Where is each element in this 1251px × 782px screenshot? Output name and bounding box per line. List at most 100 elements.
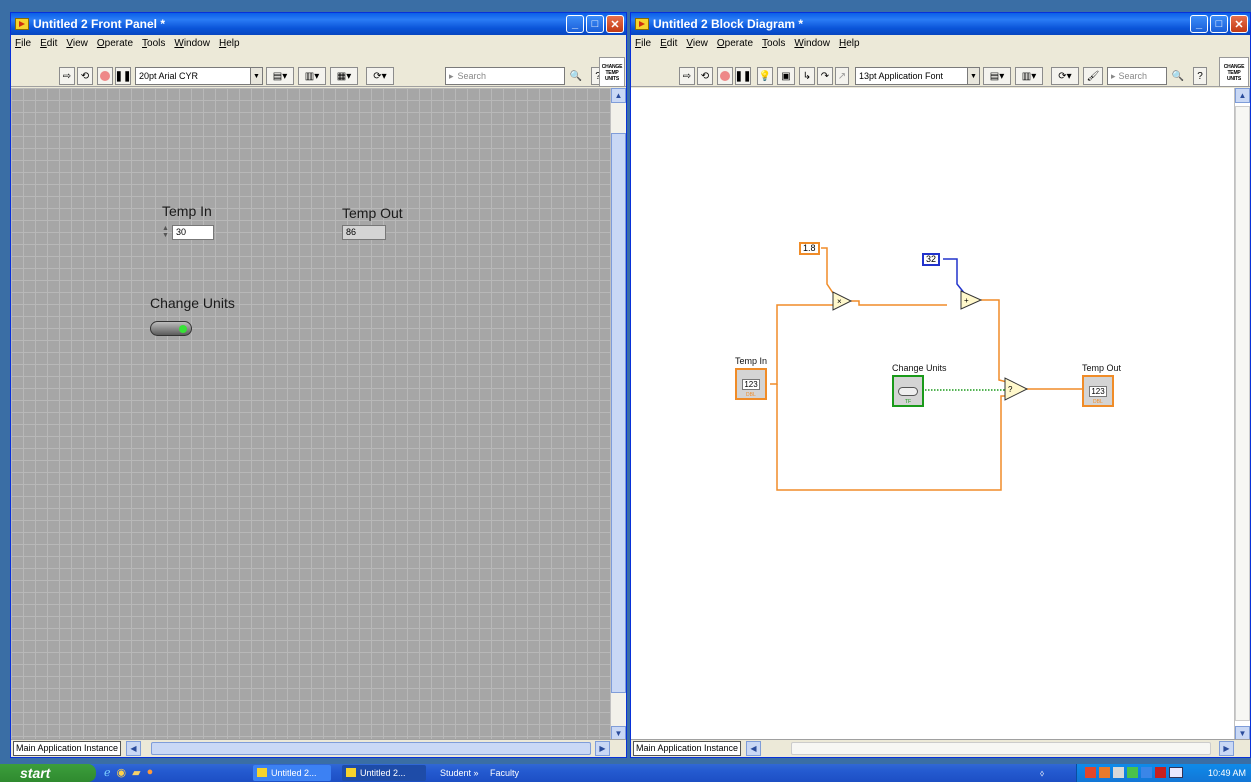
change-units-switch[interactable] — [150, 321, 192, 336]
maximize-button[interactable]: □ — [586, 15, 604, 33]
block-diagram-vscroll[interactable]: ▲ ▼ — [1234, 88, 1250, 741]
menu-tools[interactable]: Tools — [142, 38, 165, 49]
font-select[interactable]: 20pt Arial CYR — [135, 67, 251, 85]
scroll-thumb[interactable] — [1235, 106, 1250, 721]
font-select[interactable]: 13pt Application Font — [855, 67, 968, 85]
menu-window[interactable]: Window — [794, 38, 830, 49]
search-input[interactable]: ▸ Search — [445, 67, 565, 85]
tray-icon-6[interactable] — [1155, 767, 1166, 778]
minimize-button[interactable]: _ — [566, 15, 584, 33]
tray-icon-2[interactable] — [1099, 767, 1110, 778]
step-over-icon[interactable]: ↷ — [817, 67, 833, 85]
menu-view[interactable]: View — [66, 38, 88, 49]
font-dropdown-icon[interactable]: ▼ — [967, 67, 980, 85]
start-button[interactable]: start — [0, 764, 96, 782]
distribute-objects-icon[interactable]: ▥▾ — [298, 67, 326, 85]
tray-icon-5[interactable] — [1141, 767, 1152, 778]
scroll-thumb[interactable] — [611, 133, 626, 693]
tray-icon-4[interactable] — [1127, 767, 1138, 778]
wire-add-to-select[interactable] — [981, 299, 1008, 383]
menu-file[interactable]: File — [15, 38, 31, 49]
scroll-left-button[interactable]: ◀ — [126, 741, 141, 756]
scroll-right-button[interactable]: ▶ — [1219, 741, 1234, 756]
align-objects-icon[interactable]: ▤▾ — [983, 67, 1011, 85]
horizontal-scroll-thumb[interactable] — [791, 742, 1211, 755]
temp-out-terminal[interactable]: 123 DBL — [1082, 375, 1114, 407]
menu-operate[interactable]: Operate — [97, 38, 133, 49]
pause-icon[interactable]: ❚❚ — [115, 67, 131, 85]
wire-const-1-8[interactable] — [821, 247, 836, 297]
search-icon[interactable]: 🔍 — [567, 67, 585, 85]
font-dropdown-icon[interactable]: ▼ — [250, 67, 263, 85]
constant-1-8[interactable]: 1.8 — [799, 242, 820, 255]
toolbar-faculty[interactable]: Faculty — [490, 764, 519, 782]
constant-32[interactable]: 32 — [922, 253, 941, 266]
step-out-icon[interactable]: ↗ — [835, 67, 849, 85]
menu-help[interactable]: Help — [219, 38, 240, 49]
firefox-icon[interactable]: ● — [147, 766, 154, 779]
search-input[interactable]: ▸ Search — [1107, 67, 1167, 85]
run-continuous-icon[interactable]: ⟲ — [77, 67, 93, 85]
temp-out-label: Temp Out — [342, 205, 403, 221]
temp-in-control[interactable]: 30 — [172, 225, 214, 240]
tray-icon-3[interactable] — [1113, 767, 1124, 778]
abort-icon[interactable] — [97, 67, 113, 85]
horizontal-scroll-thumb[interactable] — [151, 742, 591, 755]
search-icon[interactable]: 🔍 — [1169, 67, 1187, 85]
multiply-node[interactable] — [832, 291, 853, 311]
scroll-right-button[interactable]: ▶ — [595, 741, 610, 756]
reorder-icon[interactable]: ⟳▾ — [366, 67, 394, 85]
front-panel-titlebar[interactable]: Untitled 2 Front Panel * _ □ ✕ — [11, 13, 626, 35]
tray-icon-7[interactable] — [1169, 767, 1183, 778]
media-icon[interactable]: ◉ — [117, 766, 127, 779]
run-arrow-icon[interactable]: ⇨ — [59, 67, 75, 85]
temp-in-terminal[interactable]: 123 DBL — [735, 368, 767, 400]
ie-icon[interactable]: ℯ — [104, 766, 111, 779]
menu-operate[interactable]: Operate — [717, 38, 753, 49]
highlight-execution-icon[interactable]: 💡 — [757, 67, 773, 85]
tray-expand-icon[interactable]: ⬨ — [1040, 764, 1044, 782]
toolbar-student[interactable]: Student » — [440, 764, 479, 782]
clock[interactable]: 10:49 AM — [1208, 764, 1246, 782]
close-button[interactable]: ✕ — [1230, 15, 1248, 33]
abort-icon[interactable] — [717, 67, 733, 85]
resize-objects-icon[interactable]: ▦▾ — [330, 67, 358, 85]
task-front-panel[interactable]: Untitled 2... — [253, 765, 331, 781]
front-panel-vscroll[interactable]: ▲ ▼ — [610, 88, 626, 741]
menu-window[interactable]: Window — [174, 38, 210, 49]
reorder-icon[interactable]: ⟳▾ — [1051, 67, 1079, 85]
menu-file[interactable]: File — [635, 38, 651, 49]
menu-help[interactable]: Help — [839, 38, 860, 49]
minimize-button[interactable]: _ — [1190, 15, 1208, 33]
wire-const-32[interactable] — [943, 258, 966, 295]
help-icon[interactable]: ? — [1193, 67, 1207, 85]
block-diagram-canvas[interactable]: × + ? 1.8 32 Temp In 123 DBL Change Unit… — [631, 88, 1234, 739]
wire-multiply-to-add[interactable] — [851, 300, 947, 306]
menu-edit[interactable]: Edit — [660, 38, 677, 49]
run-arrow-icon[interactable]: ⇨ — [679, 67, 695, 85]
menu-edit[interactable]: Edit — [40, 38, 57, 49]
block-diagram-titlebar[interactable]: Untitled 2 Block Diagram * _ □ ✕ — [631, 13, 1250, 35]
step-into-icon[interactable]: ↳ — [799, 67, 815, 85]
wire-temp-in-to-multiply[interactable] — [770, 304, 833, 385]
maximize-button[interactable]: □ — [1210, 15, 1228, 33]
change-units-terminal[interactable]: TF — [892, 375, 924, 407]
align-objects-icon[interactable]: ▤▾ — [266, 67, 294, 85]
clean-up-diagram-icon[interactable]: 🖌 — [1083, 67, 1103, 85]
scroll-left-button[interactable]: ◀ — [746, 741, 761, 756]
menu-view[interactable]: View — [686, 38, 708, 49]
close-button[interactable]: ✕ — [606, 15, 624, 33]
quick-launch: ℯ ◉ ▰ ● — [104, 766, 153, 779]
tray-icon-1[interactable] — [1085, 767, 1096, 778]
folder-icon[interactable]: ▰ — [132, 766, 140, 779]
temp-in-increment-icon[interactable]: ▲ ▼ — [162, 225, 170, 240]
scroll-up-button[interactable]: ▲ — [1235, 88, 1250, 103]
retain-wire-values-icon[interactable]: ▣ — [777, 67, 795, 85]
scroll-up-button[interactable]: ▲ — [611, 88, 626, 103]
run-continuous-icon[interactable]: ⟲ — [697, 67, 713, 85]
menu-tools[interactable]: Tools — [762, 38, 785, 49]
pause-icon[interactable]: ❚❚ — [735, 67, 751, 85]
task-block-diagram[interactable]: Untitled 2... — [342, 765, 426, 781]
front-panel-canvas[interactable]: Temp In ▲ ▼ 30 Temp Out 86 Change Units — [11, 88, 612, 741]
distribute-objects-icon[interactable]: ▥▾ — [1015, 67, 1043, 85]
